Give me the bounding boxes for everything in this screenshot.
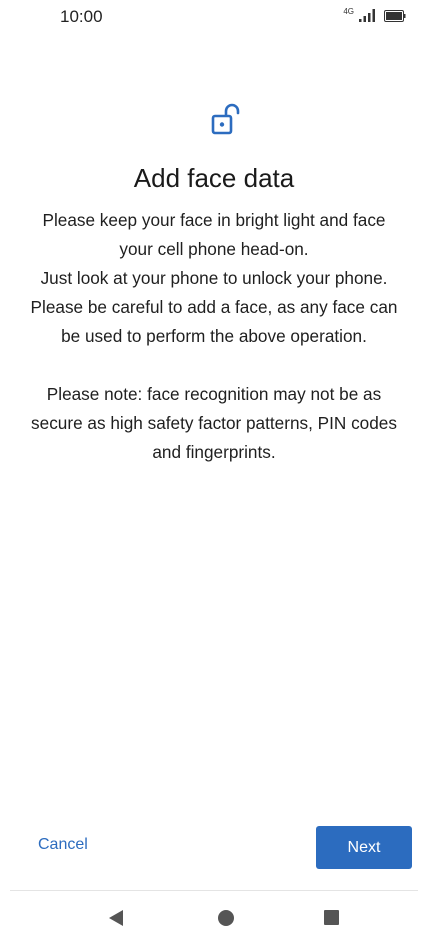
status-bar: 10:00 4G [0, 0, 428, 34]
instruction-paragraph-2: Just look at your phone to unlock your p… [30, 268, 398, 346]
status-icons: 4G [343, 8, 406, 22]
face-data-screen: 10:00 4G Add face data Please keep your … [0, 0, 428, 930]
network-type-label: 4G [343, 7, 354, 16]
instruction-paragraph-1: Please keep your face in bright light an… [42, 210, 386, 259]
unlock-icon [211, 103, 240, 135]
description: Please keep your face in bright light an… [30, 206, 398, 467]
next-button[interactable]: Next [316, 826, 412, 869]
page-title: Add face data [133, 163, 295, 193]
battery-icon [384, 10, 406, 22]
security-note: Please note: face recognition may not be… [31, 384, 397, 462]
signal-icon [359, 9, 375, 22]
home-icon[interactable] [218, 910, 234, 926]
back-icon[interactable] [109, 910, 123, 926]
recents-icon[interactable] [324, 910, 339, 925]
cancel-button[interactable]: Cancel [38, 836, 88, 854]
navigation-bar [0, 891, 428, 930]
status-time: 10:00 [60, 7, 103, 26]
